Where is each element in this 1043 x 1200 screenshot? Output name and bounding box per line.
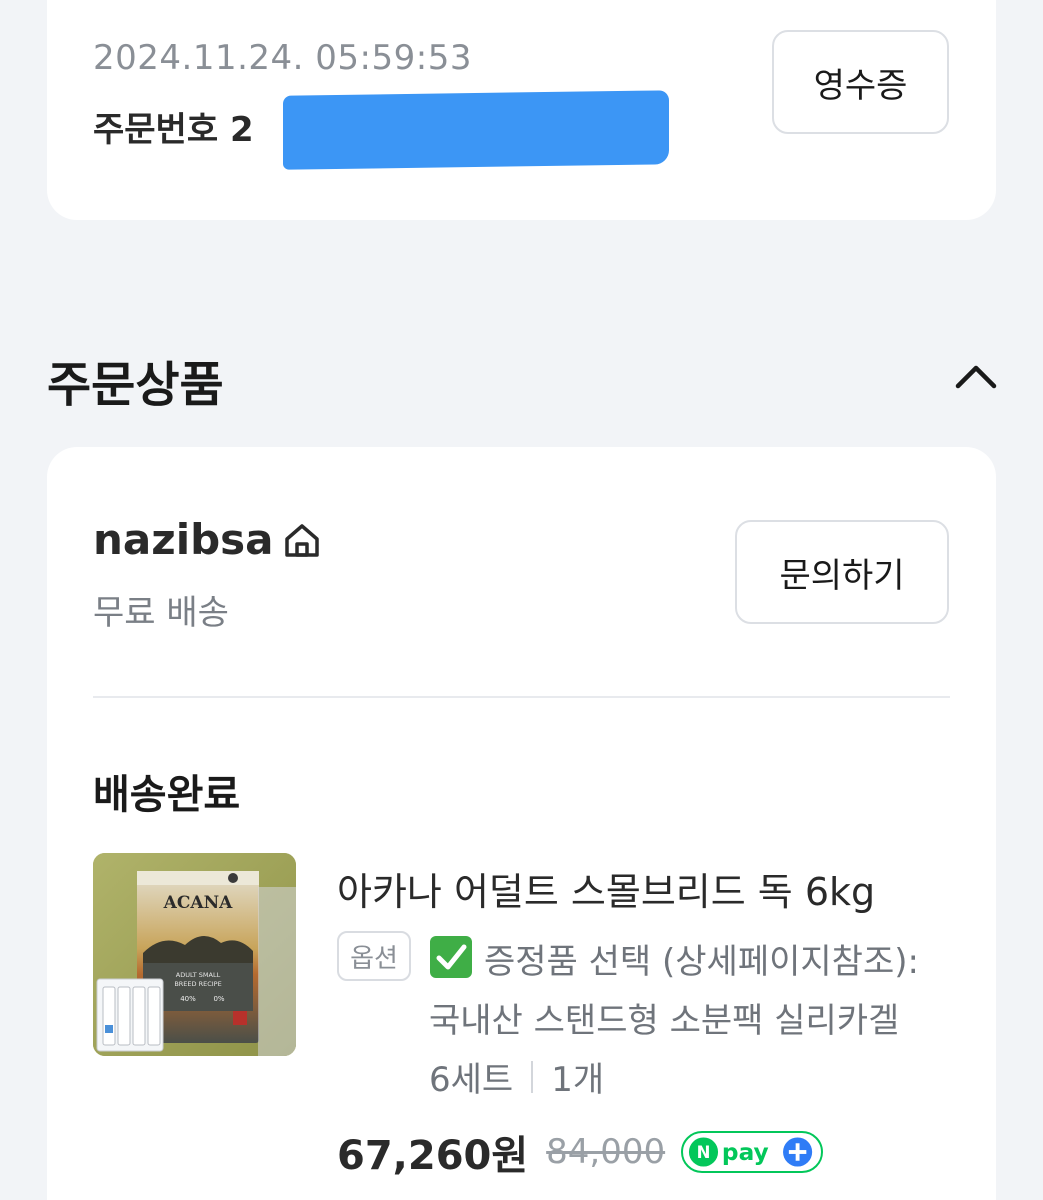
product-name[interactable]: 아카나 어덜트 스몰브리드 독 6kg <box>337 861 875 916</box>
home-icon[interactable] <box>282 520 322 560</box>
divider <box>93 696 950 698</box>
option-set: 6세트 <box>429 1060 514 1100</box>
chevron-up-icon[interactable] <box>952 356 1000 396</box>
thumb-stat-2: 0% <box>213 995 224 1003</box>
order-date: 2024.11.24. 05:59:53 <box>93 38 472 78</box>
order-number: 주문번호 2 <box>93 110 254 150</box>
price-row: 67,260원 84,000 N pay <box>337 1123 824 1181</box>
original-price: 84,000 <box>546 1132 666 1172</box>
seller-name[interactable]: nazibsa <box>93 515 274 564</box>
svg-text:pay: pay <box>722 1139 769 1166</box>
thumb-recipe-2: BREED RECIPE <box>174 980 221 988</box>
option-line-3: 6세트 1개 <box>429 1052 604 1101</box>
thumb-brand: ACANA <box>163 893 233 913</box>
seller-name-row[interactable]: nazibsa <box>93 515 322 564</box>
delivery-status: 배송완료 <box>93 772 241 818</box>
thumb-recipe-1: ADULT SMALL <box>176 971 221 979</box>
svg-text:N: N <box>697 1143 711 1162</box>
order-info-card: 2024.11.24. 05:59:53 주문번호 2 영수증 <box>47 0 996 220</box>
receipt-button[interactable]: 영수증 <box>772 30 949 134</box>
quantity-separator <box>531 1060 534 1093</box>
inquiry-button[interactable]: 문의하기 <box>735 520 949 624</box>
shipping-fee: 무료 배송 <box>93 593 229 633</box>
order-item-card: nazibsa 무료 배송 문의하기 배송완료 ACANA ADULT SMAL… <box>47 447 996 1200</box>
product-image: ACANA ADULT SMALL BREED RECIPE 40% 0% <box>93 853 296 1056</box>
product-thumbnail[interactable]: ACANA ADULT SMALL BREED RECIPE 40% 0% <box>93 853 296 1056</box>
section-title: 주문상품 <box>47 357 224 413</box>
quantity: 1개 <box>551 1060 605 1100</box>
sale-price: 67,260원 <box>337 1133 529 1179</box>
npay-plus-icon: N pay <box>689 1137 813 1167</box>
option-line-1: 증정품 선택 (상세페이지참조): <box>484 942 919 982</box>
thumb-stat-1: 40% <box>180 995 196 1003</box>
redaction-mark <box>283 90 669 170</box>
option-line-2: 국내산 스탠드형 소분팩 실리카겔 <box>429 1001 900 1041</box>
npay-badge: N pay <box>681 1131 824 1173</box>
option-badge: 옵션 <box>337 931 411 981</box>
check-box-icon <box>430 936 472 978</box>
